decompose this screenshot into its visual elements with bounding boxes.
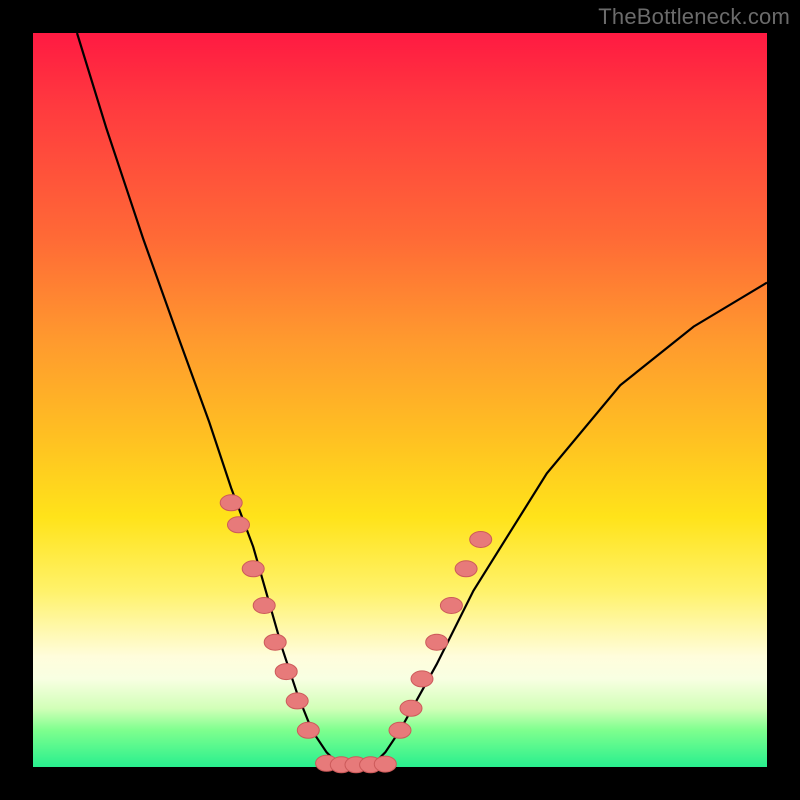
data-dot (264, 634, 286, 650)
chart-overlay (33, 33, 767, 767)
watermark-text: TheBottleneck.com (598, 4, 790, 30)
data-dot (275, 664, 297, 680)
data-dot (440, 598, 462, 614)
data-dot (400, 700, 422, 716)
data-dot (470, 532, 492, 548)
data-dot (228, 517, 250, 533)
data-dot (426, 634, 448, 650)
outer-frame: TheBottleneck.com (0, 0, 800, 800)
data-dot (297, 722, 319, 738)
data-dot (242, 561, 264, 577)
data-dot (455, 561, 477, 577)
data-dot (411, 671, 433, 687)
data-dot (253, 598, 275, 614)
plot-area (33, 33, 767, 767)
data-dot (220, 495, 242, 511)
data-dot (374, 756, 396, 772)
bottleneck-curve (77, 33, 767, 767)
data-dot (286, 693, 308, 709)
data-dot (389, 722, 411, 738)
